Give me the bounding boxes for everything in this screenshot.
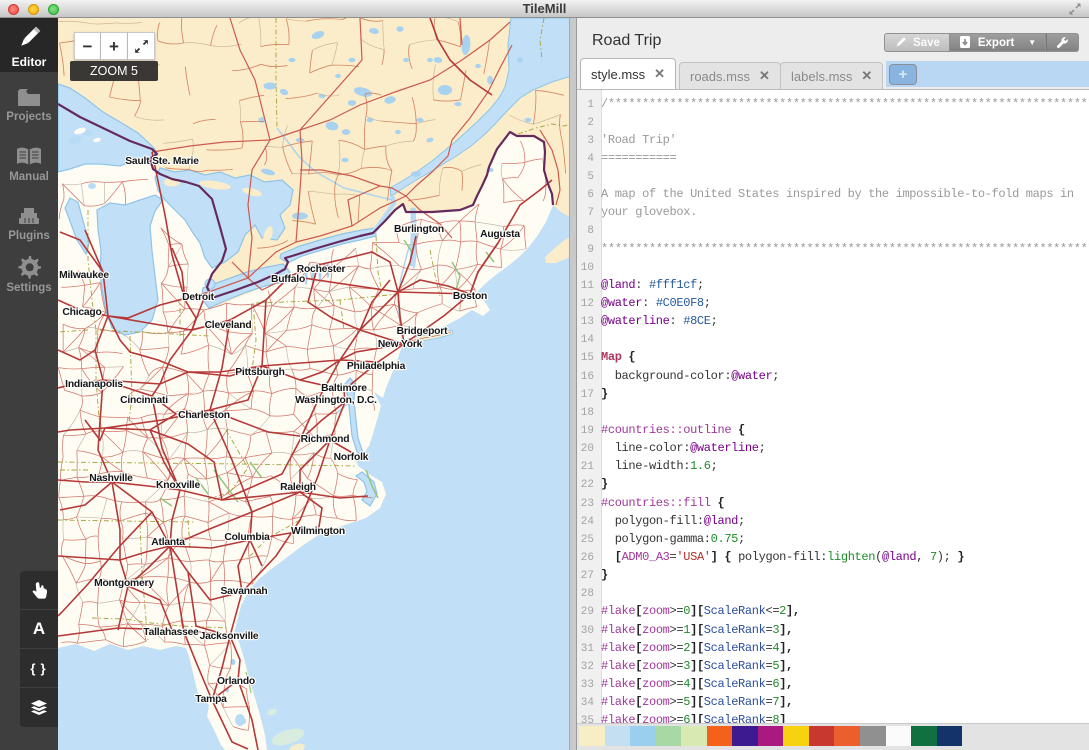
- svg-text:Cleveland: Cleveland: [205, 320, 252, 331]
- svg-text:Pittsburgh: Pittsburgh: [235, 367, 284, 378]
- svg-text:Nashville: Nashville: [89, 473, 133, 484]
- svg-text:Raleigh: Raleigh: [280, 482, 316, 493]
- svg-text:Baltimore: Baltimore: [321, 383, 367, 394]
- svg-text:Augusta: Augusta: [480, 229, 520, 240]
- svg-text:Savannah: Savannah: [220, 586, 267, 597]
- svg-text:Bridgeport: Bridgeport: [397, 326, 448, 337]
- svg-text:Richmond: Richmond: [301, 434, 350, 445]
- svg-text:Milwaukee: Milwaukee: [59, 270, 109, 281]
- svg-text:Tampa: Tampa: [195, 694, 227, 705]
- svg-text:Washington, D.C.: Washington, D.C.: [295, 395, 377, 406]
- svg-text:Detroit: Detroit: [182, 292, 215, 303]
- svg-text:Philadelphia: Philadelphia: [347, 361, 406, 372]
- svg-text:Norfolk: Norfolk: [334, 452, 369, 463]
- svg-text:Sault Ste. Marie: Sault Ste. Marie: [125, 156, 199, 167]
- svg-text:Indianapolis: Indianapolis: [65, 379, 123, 390]
- svg-text:Jacksonville: Jacksonville: [200, 631, 259, 642]
- svg-text:Buffalo: Buffalo: [271, 274, 305, 285]
- svg-text:Rochester: Rochester: [297, 264, 346, 275]
- svg-text:Atlanta: Atlanta: [151, 537, 185, 548]
- svg-text:Burlington: Burlington: [394, 224, 444, 235]
- svg-text:Montgomery: Montgomery: [94, 578, 154, 589]
- svg-text:Wilmington: Wilmington: [291, 526, 345, 537]
- svg-text:Charleston: Charleston: [178, 410, 230, 421]
- svg-text:Orlando: Orlando: [217, 676, 255, 687]
- svg-text:Columbia: Columbia: [224, 532, 270, 543]
- svg-text:Knoxville: Knoxville: [156, 480, 200, 491]
- svg-text:Cincinnati: Cincinnati: [120, 395, 168, 406]
- svg-text:Chicago: Chicago: [62, 307, 101, 318]
- svg-text:New York: New York: [378, 339, 423, 350]
- svg-text:Boston: Boston: [453, 291, 487, 302]
- svg-text:Tallahassee: Tallahassee: [143, 627, 199, 638]
